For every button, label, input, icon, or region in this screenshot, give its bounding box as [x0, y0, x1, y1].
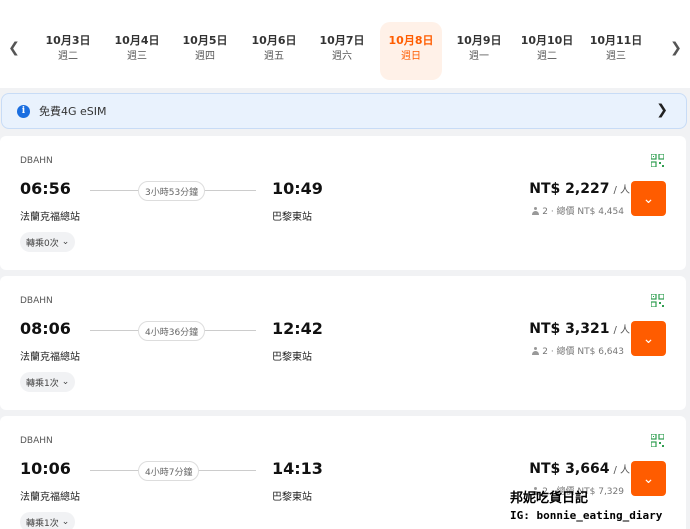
chevron-down-icon: ⌄ — [642, 470, 655, 487]
chevron-left-icon[interactable]: ❮ — [0, 28, 28, 68]
info-icon: i — [17, 104, 30, 118]
watermark-handle: IG: bonnie_eating_diary — [510, 509, 663, 522]
passenger-total: 2 · 總價 NT$ 6,643 — [532, 344, 624, 357]
departure-station: 法蘭克福總站 — [20, 212, 80, 223]
price-amount: NT$ 3,321 — [529, 321, 610, 337]
operator-label: DBAHN — [20, 296, 53, 306]
transfers-dropdown[interactable]: 轉乘1次 ⌄ — [20, 372, 76, 392]
date-tab-active[interactable]: 10月8日 週日 — [380, 22, 442, 80]
date-tab[interactable]: 10月7日 週六 — [311, 22, 373, 80]
esim-banner-label: 免費4G eSIM — [39, 105, 107, 118]
transfers-label: 轉乘0次 — [26, 238, 59, 249]
date-label: 10月3日 — [45, 34, 91, 47]
price-unit: / 人 — [613, 325, 630, 336]
date-tab[interactable]: 10月11日 週三 — [585, 22, 647, 80]
weekday-label: 週四 — [195, 51, 215, 62]
date-tab[interactable]: 10月6日 週五 — [243, 22, 305, 80]
qr-code-icon — [651, 434, 664, 447]
weekday-label: 週五 — [264, 51, 284, 62]
qr-code-icon — [651, 294, 664, 307]
weekday-label: 週一 — [469, 51, 489, 62]
price: NT$ 2,227 / 人 — [529, 181, 630, 197]
watermark-title: 邦妮吃貨日記 — [510, 491, 589, 506]
weekday-label: 週三 — [606, 51, 626, 62]
date-tab[interactable]: 10月3日 週二 — [37, 22, 99, 80]
departure-time: 08:06 — [20, 319, 71, 338]
qr-code-icon — [651, 154, 664, 167]
transfers-dropdown[interactable]: 轉乘0次 ⌄ — [20, 232, 76, 252]
departure-station: 法蘭克福總站 — [20, 352, 80, 363]
chevron-down-icon: ⌄ — [61, 517, 70, 527]
operator-label: DBAHN — [20, 436, 53, 446]
chevron-down-icon: ⌄ — [61, 237, 70, 247]
chevron-right-icon[interactable]: ❯ — [656, 102, 668, 118]
price: NT$ 3,321 / 人 — [529, 321, 630, 337]
passenger-total: 2 · 總價 NT$ 4,454 — [532, 204, 624, 217]
departure-time: 06:56 — [20, 179, 71, 198]
arrival-time: 12:42 — [272, 319, 323, 338]
departure-station: 法蘭克福總站 — [20, 492, 80, 503]
price-amount: NT$ 2,227 — [529, 181, 610, 197]
expand-button[interactable]: ⌄ — [631, 181, 666, 216]
date-label: 10月9日 — [456, 34, 502, 47]
date-label: 10月4日 — [114, 34, 160, 47]
duration-badge: 4小時36分鐘 — [138, 321, 206, 341]
weekday-label: 週六 — [332, 51, 352, 62]
date-tab[interactable]: 10月10日 週二 — [516, 22, 578, 80]
chevron-down-icon: ⌄ — [642, 190, 655, 207]
date-label: 10月7日 — [319, 34, 365, 47]
esim-banner[interactable]: i 免費4G eSIM ❯ — [1, 93, 687, 129]
person-icon — [532, 346, 540, 355]
weekday-label: 週二 — [58, 51, 78, 62]
date-label: 10月8日 — [388, 34, 434, 47]
date-label: 10月5日 — [182, 34, 228, 47]
date-label: 10月6日 — [251, 34, 297, 47]
chevron-down-icon: ⌄ — [61, 377, 70, 387]
weekday-label: 週二 — [537, 51, 557, 62]
date-tab[interactable]: 10月4日 週三 — [106, 22, 168, 80]
chevron-down-icon: ⌄ — [642, 330, 655, 347]
transfers-label: 轉乘1次 — [26, 378, 59, 389]
duration-badge: 4小時7分鐘 — [138, 461, 200, 481]
price-unit: / 人 — [613, 465, 630, 476]
watermark: 邦妮吃貨日記 IG: bonnie_eating_diary — [510, 490, 662, 523]
train-result-card[interactable]: DBAHN 06:56 3小時53分鐘 10:49 法蘭克福總站 巴黎東站 轉乘… — [0, 136, 686, 270]
transfers-label: 轉乘1次 — [26, 518, 59, 529]
arrival-time: 10:49 — [272, 179, 323, 198]
date-tab[interactable]: 10月9日 週一 — [448, 22, 510, 80]
price: NT$ 3,664 / 人 — [529, 461, 630, 477]
date-label: 10月10日 — [520, 34, 574, 47]
arrival-time: 14:13 — [272, 459, 323, 478]
duration-badge: 3小時53分鐘 — [138, 181, 206, 201]
chevron-right-icon[interactable]: ❯ — [662, 28, 690, 68]
arrival-station: 巴黎東站 — [272, 212, 312, 223]
price-unit: / 人 — [613, 185, 630, 196]
expand-button[interactable]: ⌄ — [631, 321, 666, 356]
date-selector: ❮ 10月3日 週二 10月4日 週三 10月5日 週四 10月6日 週五 10… — [0, 0, 690, 88]
transfers-dropdown[interactable]: 轉乘1次 ⌄ — [20, 512, 76, 529]
departure-time: 10:06 — [20, 459, 71, 478]
price-amount: NT$ 3,664 — [529, 461, 610, 477]
date-label: 10月11日 — [589, 34, 643, 47]
passenger-total-label: 2 · 總價 NT$ 4,454 — [542, 207, 624, 217]
train-result-card[interactable]: DBAHN 08:06 4小時36分鐘 12:42 法蘭克福總站 巴黎東站 轉乘… — [0, 276, 686, 410]
passenger-total-label: 2 · 總價 NT$ 6,643 — [542, 347, 624, 357]
date-tab[interactable]: 10月5日 週四 — [174, 22, 236, 80]
arrival-station: 巴黎東站 — [272, 352, 312, 363]
weekday-label: 週三 — [127, 51, 147, 62]
person-icon — [532, 206, 540, 215]
weekday-label: 週日 — [401, 51, 421, 62]
arrival-station: 巴黎東站 — [272, 492, 312, 503]
operator-label: DBAHN — [20, 156, 53, 166]
